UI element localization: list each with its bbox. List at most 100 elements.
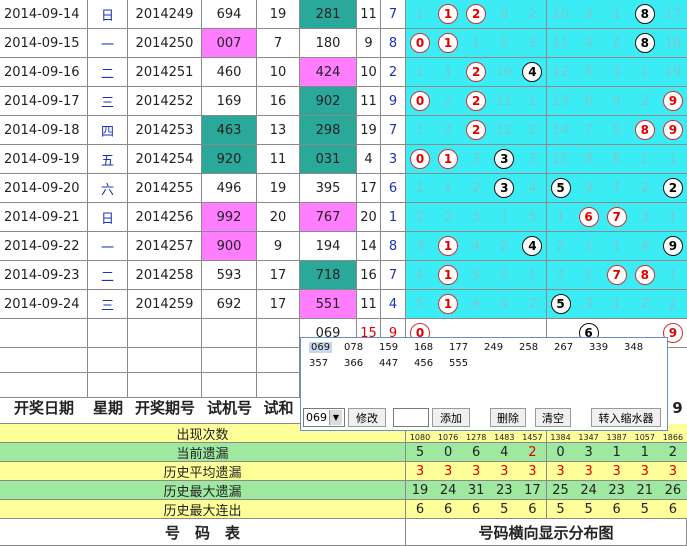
dist-cell: 1 <box>490 203 520 232</box>
table-row: 2014-09-21 日 2014256 992 20 767 20 1 2 2 3 1 5 1 6 7 3 1 <box>0 203 687 232</box>
dist-cell: 10 <box>546 0 576 29</box>
dist-cell: 3 <box>434 116 464 145</box>
dist-cell: 6 <box>462 290 492 319</box>
number-ball: 8 <box>634 4 655 24</box>
dist-cell: 5 <box>462 261 492 290</box>
dist-cell: 2 <box>658 290 687 319</box>
number-ball: 2 <box>466 62 487 82</box>
dist-cell: 4 <box>602 87 632 116</box>
dist-cell: 8 <box>630 116 660 145</box>
combination-option[interactable]: 447 <box>379 358 398 369</box>
stat-value: 3 <box>434 462 464 481</box>
combination-option[interactable]: 177 <box>449 342 468 353</box>
clear-button[interactable]: 清空 <box>535 408 571 427</box>
delete-button[interactable]: 删除 <box>490 408 526 427</box>
combination-option[interactable]: 348 <box>624 342 643 353</box>
combination-option[interactable]: 249 <box>484 342 503 353</box>
number-ball: 7 <box>606 207 627 227</box>
cell-trial: 692 <box>202 290 257 319</box>
dist-cell: 1 <box>406 0 435 29</box>
combination-option[interactable]: 258 <box>519 342 538 353</box>
dist-cell: 12 <box>546 58 576 87</box>
miss-count: 10 <box>552 6 569 22</box>
table-row: 2014-09-22 一 2014257 900 9 194 14 8 3 1 4 2 4 2 1 1 4 9 <box>0 232 687 261</box>
dist-cell: 0 <box>406 87 435 116</box>
combination-option[interactable]: 366 <box>344 358 363 369</box>
stat-value: 6 <box>434 500 464 519</box>
miss-count: 5 <box>584 64 593 80</box>
miss-count: 1 <box>612 6 621 22</box>
dist-cell: 1 <box>434 29 464 58</box>
dist-cell: 1 <box>406 58 435 87</box>
combination-option[interactable]: 159 <box>379 342 398 353</box>
number-input[interactable] <box>393 408 429 427</box>
cell-issue: 2014253 <box>128 116 202 145</box>
miss-count: 2 <box>584 267 593 283</box>
combination-option[interactable]: 456 <box>414 358 433 369</box>
miss-count: 1 <box>556 209 565 225</box>
table-row: 2014-09-15 一 2014250 007 7 180 9 8 0 1 1 9 3 11 4 2 8 18 <box>0 29 687 58</box>
pending-cell <box>0 319 88 348</box>
table-row: 2014-09-23 二 2014258 593 17 718 16 7 4 1 5 3 1 3 2 7 8 1 <box>0 261 687 290</box>
dist-cell: 10 <box>490 58 520 87</box>
miss-count: 3 <box>528 151 537 167</box>
combination-option[interactable]: 267 <box>554 342 573 353</box>
cell-week: 四 <box>88 116 128 145</box>
stat-value: 23 <box>490 481 520 500</box>
dist-cell: 15 <box>546 145 576 174</box>
cell-draw: 281 <box>300 0 357 29</box>
chevron-down-icon[interactable]: ▼ <box>329 410 342 425</box>
number-ball: 8 <box>634 120 655 140</box>
transfer-button[interactable]: 转入缩水器 <box>591 408 661 427</box>
dist-cell: 9 <box>658 116 687 145</box>
cell-trial: 992 <box>202 203 257 232</box>
blank-cell <box>202 348 257 373</box>
dist-cell: 3 <box>490 174 520 203</box>
miss-count: 3 <box>556 267 565 283</box>
combination-option[interactable]: 078 <box>344 342 363 353</box>
number-ball: 1 <box>438 33 459 53</box>
miss-count: 10 <box>496 64 513 80</box>
combination-option[interactable]: 168 <box>414 342 433 353</box>
dist-cell: 4 <box>518 58 548 87</box>
dist-cell: 3 <box>490 261 520 290</box>
stat-value: 24 <box>574 481 604 500</box>
miss-count: 1 <box>584 238 593 254</box>
number-ball: 6 <box>578 207 599 227</box>
cell-sum: 14 <box>357 232 381 261</box>
cell-trial_sum: 9 <box>257 232 300 261</box>
dist-cell: 2 <box>462 0 492 29</box>
dist-cell: 4 <box>406 261 435 290</box>
modify-button[interactable]: 修改 <box>348 408 386 427</box>
dist-cell: 9 <box>574 174 604 203</box>
stat-value: 23 <box>602 481 632 500</box>
combination-option[interactable]: 555 <box>449 358 468 369</box>
header-last: 9 <box>672 399 683 417</box>
select-value: 069 <box>306 411 327 424</box>
cell-span: 3 <box>381 145 406 174</box>
miss-count: 1 <box>415 122 425 138</box>
combination-option[interactable]: 357 <box>309 358 328 369</box>
miss-count: 3 <box>500 267 509 283</box>
miss-count: 1 <box>668 267 678 283</box>
stat-value: 1 <box>602 443 632 462</box>
miss-count: 2 <box>640 93 649 109</box>
combination-select[interactable]: 069 ▼ <box>303 408 345 427</box>
dist-cell: 4 <box>518 174 548 203</box>
cell-week: 一 <box>88 29 128 58</box>
miss-count: 6 <box>612 151 621 167</box>
cell-issue: 2014255 <box>128 174 202 203</box>
dist-cell: 1 <box>434 290 464 319</box>
cell-trial: 900 <box>202 232 257 261</box>
dist-cell: 3 <box>602 58 632 87</box>
combination-option[interactable]: 069 <box>309 342 333 353</box>
dist-cell: 1 <box>518 87 548 116</box>
cell-draw: 194 <box>300 232 357 261</box>
combination-option[interactable]: 339 <box>589 342 608 353</box>
miss-count: 5 <box>472 267 481 283</box>
miss-count: 3 <box>415 238 425 254</box>
stat-value: 6 <box>518 500 548 519</box>
stat-value: 5 <box>630 500 660 519</box>
add-button[interactable]: 添加 <box>432 408 470 427</box>
cell-draw: 180 <box>300 29 357 58</box>
